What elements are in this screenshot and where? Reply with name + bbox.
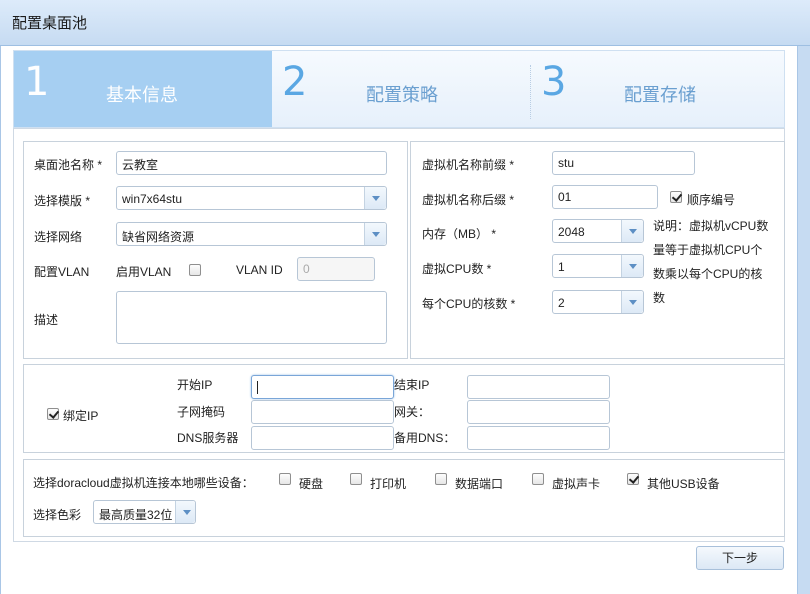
dialog-title: 配置桌面池 (12, 15, 88, 32)
template-value: win7x64stu (122, 192, 183, 206)
bind-ip-checkbox[interactable] (47, 408, 59, 420)
network-label: 选择网络 (34, 230, 83, 244)
vlan-enable-checkbox[interactable] (189, 264, 201, 276)
usb-devices-checkbox[interactable] (627, 473, 639, 485)
ip-binding-panel: 绑定IP 开始IP 结束IP 子网掩码 网关： DNS服务器 备用DNS： (23, 364, 785, 453)
step-storage[interactable]: 3 配置存储 (531, 51, 785, 127)
dns-input[interactable] (251, 426, 394, 450)
color-depth-label: 选择色彩 (33, 508, 82, 522)
color-depth-select[interactable]: 最高质量32位 (93, 500, 196, 524)
vlan-enable-label: 启用VLAN (116, 265, 172, 279)
backup-dns-input[interactable] (467, 426, 610, 450)
description-textarea[interactable] (116, 291, 387, 344)
memory-label: 内存（MB） * (422, 227, 497, 241)
pool-name-label: 桌面池名称 * (34, 158, 103, 172)
backup-dns-label: 备用DNS： (394, 431, 456, 445)
vm-prefix-label: 虚拟机名称前缀 * (422, 158, 515, 172)
chevron-down-icon[interactable] (621, 255, 643, 277)
title-bar: 配置桌面池 (0, 0, 810, 46)
gateway-input[interactable] (467, 400, 610, 424)
cores-label: 每个CPU的核数 * (422, 297, 516, 311)
vcpu-note: 说明：虚拟机vCPU数量等于虚拟机CPU个数乘以每个CPU的核数 (653, 219, 769, 305)
usb-devices-label: 其他USB设备 (647, 477, 720, 491)
network-value: 缺省网络资源 (122, 230, 195, 244)
printer-checkbox[interactable] (350, 473, 362, 485)
description-label: 描述 (34, 313, 59, 327)
data-port-label: 数据端口 (455, 477, 504, 491)
subnet-mask-label: 子网掩码 (177, 405, 226, 419)
printer-label: 打印机 (370, 477, 407, 491)
start-ip-input[interactable] (251, 375, 394, 399)
chevron-down-icon[interactable] (621, 220, 643, 242)
wizard-steps: 1 基本信息 2 配置策略 3 配置存储 (13, 50, 785, 128)
step-label: 配置存储 (624, 85, 696, 105)
hard-disk-label: 硬盘 (299, 477, 324, 491)
configure-pool-dialog: 1 基本信息 2 配置策略 3 配置存储 桌面池名称 * 云教室 选择模版 * … (0, 46, 798, 594)
cores-value: 2 (558, 296, 565, 310)
color-depth-value: 最高质量32位 (99, 508, 173, 522)
data-port-checkbox[interactable] (435, 473, 447, 485)
form-area: 桌面池名称 * 云教室 选择模版 * win7x64stu 选择网络 缺省网络资… (13, 128, 785, 542)
template-label: 选择模版 * (34, 194, 91, 208)
devices-prompt: 选择doracloud虚拟机连接本地哪些设备： (33, 476, 254, 490)
chevron-down-icon[interactable] (175, 501, 195, 523)
gateway-label: 网关： (394, 405, 431, 419)
dns-label: DNS服务器 (177, 431, 239, 445)
bind-ip-label: 绑定IP (63, 409, 99, 423)
step-number: 2 (282, 59, 308, 105)
vm-suffix-label: 虚拟机名称后缀 * (422, 193, 515, 207)
end-ip-input[interactable] (467, 375, 610, 399)
vm-suffix-input[interactable]: 01 (552, 185, 658, 209)
vlan-id-input[interactable]: 0 (297, 257, 375, 281)
step-label: 配置策略 (366, 85, 438, 105)
chevron-down-icon[interactable] (364, 187, 386, 209)
cpu-count-select[interactable]: 1 (552, 254, 644, 278)
basic-info-panel: 桌面池名称 * 云教室 选择模版 * win7x64stu 选择网络 缺省网络资… (23, 141, 408, 359)
pool-name-input[interactable]: 云教室 (116, 151, 387, 175)
text-cursor (257, 381, 258, 395)
chevron-down-icon[interactable] (621, 291, 643, 313)
sound-card-checkbox[interactable] (532, 473, 544, 485)
sequence-checkbox[interactable] (670, 191, 682, 203)
next-button[interactable]: 下一步 (696, 546, 784, 570)
network-select[interactable]: 缺省网络资源 (116, 222, 387, 246)
window-edge (798, 46, 810, 594)
step-basic-info[interactable]: 1 基本信息 (14, 51, 272, 127)
memory-select[interactable]: 2048 (552, 219, 644, 243)
hard-disk-checkbox[interactable] (279, 473, 291, 485)
step-number: 3 (541, 59, 567, 105)
sound-card-label: 虚拟声卡 (552, 477, 601, 491)
step-policy[interactable]: 2 配置策略 (272, 51, 530, 127)
step-number: 1 (24, 59, 50, 105)
end-ip-label: 结束IP (394, 378, 430, 392)
cpu-count-value: 1 (558, 260, 565, 274)
vm-settings-panel: 虚拟机名称前缀 * stu 虚拟机名称后缀 * 01 顺序编号 内存（MB） *… (410, 141, 785, 359)
subnet-mask-input[interactable] (251, 400, 394, 424)
step-label: 基本信息 (106, 85, 178, 105)
sequence-label: 顺序编号 (687, 193, 736, 207)
chevron-down-icon[interactable] (364, 223, 386, 245)
local-devices-panel: 选择doracloud虚拟机连接本地哪些设备： 硬盘 打印机 数据端口 虚拟声卡… (23, 459, 785, 537)
cpu-count-label: 虚拟CPU数 * (422, 262, 492, 276)
cores-select[interactable]: 2 (552, 290, 644, 314)
memory-value: 2048 (558, 225, 585, 239)
start-ip-label: 开始IP (177, 378, 213, 392)
vlan-label: 配置VLAN (34, 265, 90, 279)
vm-prefix-input[interactable]: stu (552, 151, 695, 175)
template-select[interactable]: win7x64stu (116, 186, 387, 210)
vlan-id-label: VLAN ID (236, 263, 283, 277)
